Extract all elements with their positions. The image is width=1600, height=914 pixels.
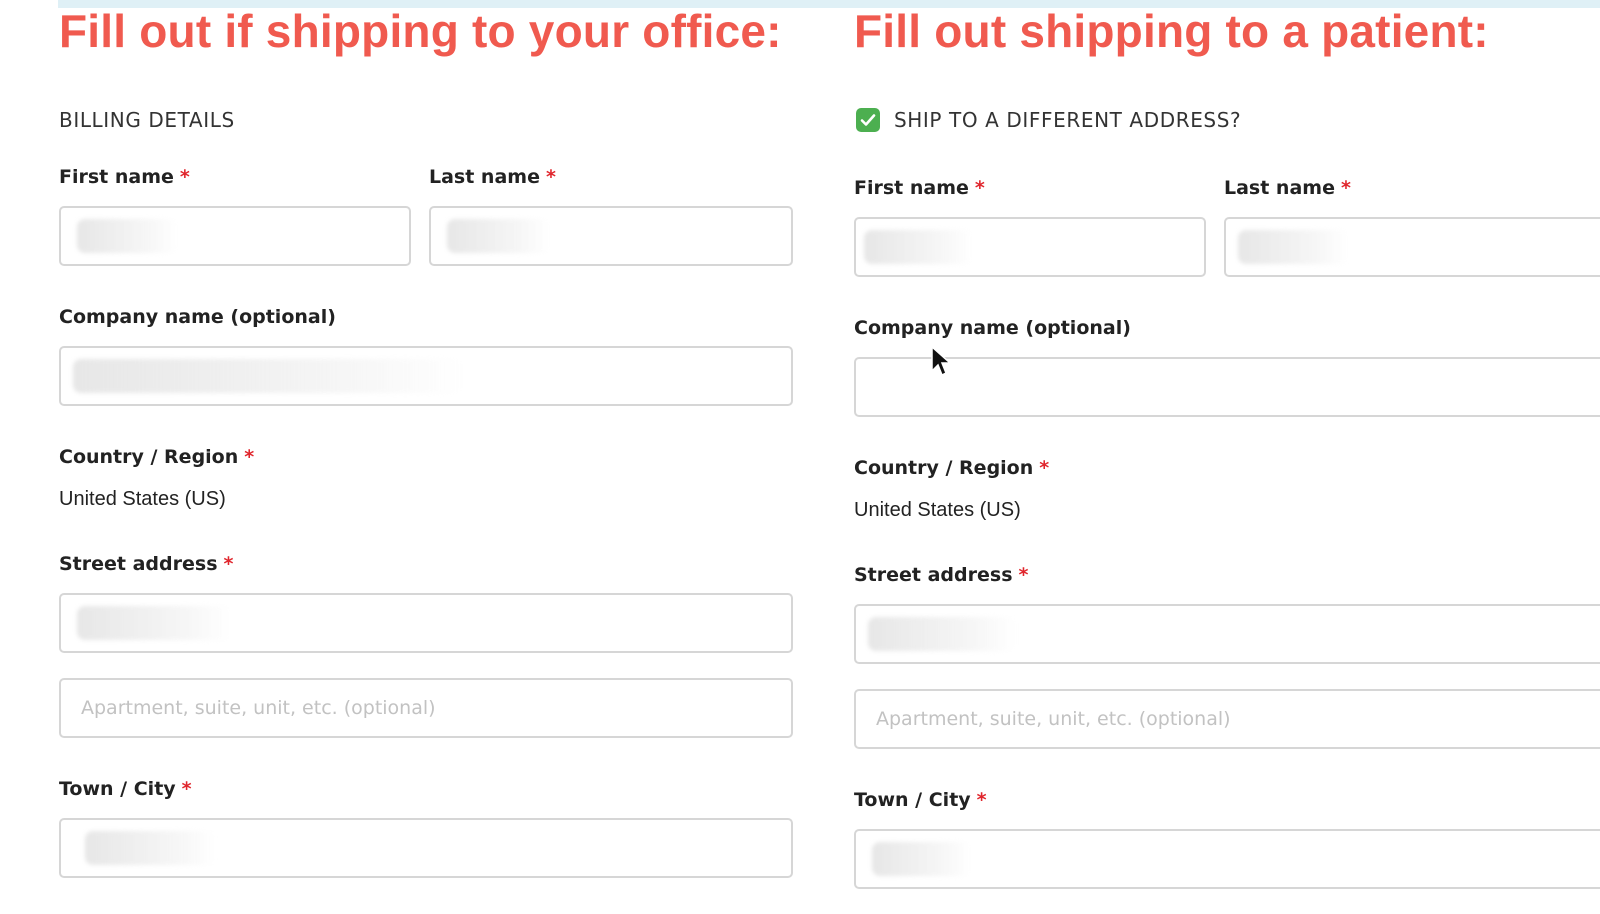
billing-street-label: Street address * — [59, 553, 234, 575]
shipping-headline: Fill out shipping to a patient: — [854, 5, 1489, 57]
checkmark-icon — [860, 114, 876, 126]
shipping-apartment-field[interactable] — [856, 691, 1600, 747]
billing-last-name-field[interactable] — [431, 208, 791, 264]
billing-first-name-field[interactable] — [61, 208, 409, 264]
shipping-last-name-field[interactable] — [1226, 219, 1600, 275]
shipping-first-name-input[interactable] — [854, 217, 1206, 277]
shipping-country-value: United States (US) — [854, 499, 1021, 521]
shipping-first-name-field[interactable] — [856, 219, 1204, 275]
shipping-apartment-input[interactable] — [854, 689, 1600, 749]
shipping-first-name-label: First name * — [854, 177, 985, 199]
ship-different-address-toggle[interactable]: SHIP TO A DIFFERENT ADDRESS? — [856, 108, 1241, 132]
shipping-last-name-label: Last name * — [1224, 177, 1351, 199]
billing-last-name-input[interactable] — [429, 206, 793, 266]
shipping-city-field[interactable] — [856, 831, 1600, 887]
billing-city-field[interactable] — [61, 820, 791, 876]
mouse-cursor-icon — [931, 345, 952, 377]
billing-country-value: United States (US) — [59, 488, 226, 510]
shipping-city-label: Town / City * — [854, 789, 987, 811]
billing-details-title: BILLING DETAILS — [59, 108, 235, 132]
billing-city-label: Town / City * — [59, 778, 192, 800]
billing-street-input[interactable] — [59, 593, 793, 653]
billing-company-input[interactable] — [59, 346, 793, 406]
shipping-street-input[interactable] — [854, 604, 1600, 664]
checkbox-checked[interactable] — [856, 108, 880, 132]
shipping-city-input[interactable] — [854, 829, 1600, 889]
shipping-company-input[interactable] — [854, 357, 1600, 417]
billing-street-field[interactable] — [61, 595, 791, 651]
billing-company-field[interactable] — [61, 348, 791, 404]
shipping-street-field[interactable] — [856, 606, 1600, 662]
shipping-company-label: Company name (optional) — [854, 317, 1131, 339]
billing-last-name-label: Last name * — [429, 166, 556, 188]
shipping-street-label: Street address * — [854, 564, 1029, 586]
shipping-last-name-input[interactable] — [1224, 217, 1600, 277]
billing-country-label: Country / Region * — [59, 446, 255, 468]
billing-headline: Fill out if shipping to your office: — [59, 5, 782, 57]
billing-apartment-field[interactable] — [61, 680, 791, 736]
ship-different-address-label: SHIP TO A DIFFERENT ADDRESS? — [894, 108, 1242, 132]
billing-first-name-label: First name * — [59, 166, 190, 188]
billing-city-input[interactable] — [59, 818, 793, 878]
shipping-company-field[interactable] — [856, 359, 1600, 415]
billing-first-name-input[interactable] — [59, 206, 411, 266]
billing-apartment-input[interactable] — [59, 678, 793, 738]
billing-company-label: Company name (optional) — [59, 306, 336, 328]
shipping-country-label: Country / Region * — [854, 457, 1050, 479]
